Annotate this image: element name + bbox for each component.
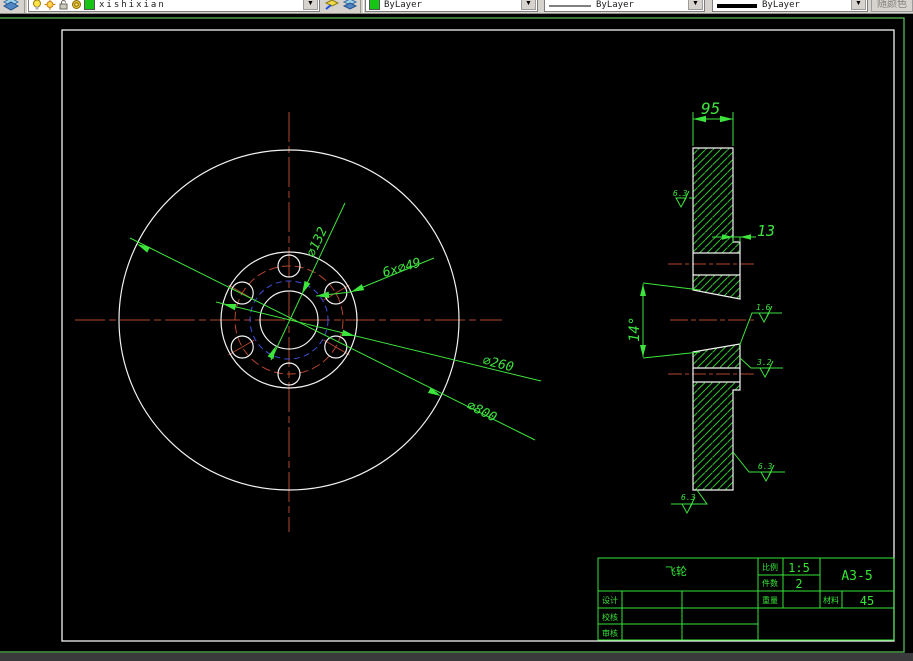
front-view[interactable]: ∅132 6x∅49 ∅260 ∅800 <box>75 112 542 532</box>
layers-icon <box>2 0 20 11</box>
layer-previous-icon <box>342 0 358 10</box>
title-block[interactable]: 飞轮 比例 1:5 件数 2 A3-5 设计 重量 材料 45 校核 审核 <box>597 557 895 641</box>
linetype-sample-icon <box>549 5 591 7</box>
linetype-value-text: ByLayer <box>596 0 634 10</box>
color-value-text: ByLayer <box>384 0 422 10</box>
layer-manager-button[interactable] <box>2 0 20 12</box>
lineweight-value-text: ByLayer <box>762 0 800 10</box>
toolbar-separator <box>360 0 364 13</box>
layer-dropdown-arrow-icon[interactable]: ▼ <box>303 0 318 10</box>
layer-name-text: xishixian <box>99 0 166 10</box>
make-object-layer-current-button[interactable] <box>324 0 340 12</box>
svg-text:1.6: 1.6 <box>756 303 771 312</box>
review-label: 审核 <box>602 628 618 638</box>
drawing-number: A3-5 <box>841 569 872 584</box>
svg-text:6.3: 6.3 <box>758 462 773 471</box>
lineweight-sample-icon <box>717 4 757 8</box>
material-value: 45 <box>860 594 874 608</box>
dim-taper-angle-label: 14° <box>627 317 643 342</box>
layer-properties-toolbar: xishixian ▼ ByLayer ▼ ByLayer ▼ ByLayer … <box>0 0 913 14</box>
surface-finish-symbol: 6.3 <box>673 189 690 209</box>
color-dropdown-arrow-icon[interactable]: ▼ <box>521 0 536 10</box>
color-control[interactable]: ByLayer ▼ <box>365 0 538 12</box>
surface-finish-symbol: 6.3 <box>681 493 696 515</box>
material-label: 材料 <box>823 595 839 605</box>
dim-step-label: 13 <box>757 222 775 240</box>
dim-outer-label: ∅800 <box>464 398 499 426</box>
thaw-sun-icon[interactable] <box>44 0 56 10</box>
quantity-label: 件数 <box>762 578 778 588</box>
section-view[interactable]: 95 13 14° 6.3 1.6 3.2 6.3 6.3 <box>627 99 785 515</box>
part-name: 飞轮 <box>665 564 687 578</box>
quantity-value: 2 <box>795 577 802 591</box>
svg-text:6.3: 6.3 <box>681 493 696 502</box>
layer-previous-button[interactable] <box>342 0 358 12</box>
sheet-frame <box>61 29 895 642</box>
status-strip <box>0 653 913 661</box>
paper-border <box>0 17 905 653</box>
plot-icon[interactable] <box>71 0 82 10</box>
linetype-control[interactable]: ByLayer ▼ <box>544 0 705 12</box>
linetype-dropdown-arrow-icon[interactable]: ▼ <box>688 0 703 10</box>
svg-text:3.2: 3.2 <box>756 358 772 367</box>
dim-width-label: 95 <box>701 99 720 118</box>
layer-on-bulb-icon[interactable] <box>32 0 42 10</box>
scale-label: 比例 <box>762 562 778 572</box>
layer-color-swatch <box>84 0 95 10</box>
dim-flange-label: ∅260 <box>481 353 515 375</box>
lineweight-control[interactable]: ByLayer ▼ <box>712 0 868 12</box>
front-dimension-labels: ∅132 6x∅49 ∅260 ∅800 <box>304 225 515 426</box>
title-block-text: 飞轮 比例 1:5 件数 2 A3-5 设计 重量 材料 45 校核 审核 <box>602 561 874 638</box>
weight-label: 重量 <box>762 595 778 605</box>
unlock-icon[interactable] <box>58 0 69 10</box>
svg-text:6.3: 6.3 <box>673 189 688 198</box>
design-label: 设计 <box>602 595 618 605</box>
drawing-canvas[interactable]: ∅132 6x∅49 ∅260 ∅800 95 13 14° 6.3 1.6 3… <box>0 13 913 661</box>
scale-value: 1:5 <box>788 561 810 575</box>
plot-style-control: 随颜色 <box>871 0 913 12</box>
check-label: 校核 <box>602 612 618 622</box>
cad-application-window: xishixian ▼ ByLayer ▼ ByLayer ▼ ByLayer … <box>0 0 913 661</box>
make-layer-current-icon <box>324 0 340 10</box>
section-solids <box>692 147 741 491</box>
current-color-swatch <box>369 0 380 10</box>
dim-bolt-holes-label: 6x∅49 <box>381 256 423 281</box>
lineweight-dropdown-arrow-icon[interactable]: ▼ <box>851 0 866 10</box>
layer-control[interactable]: xishixian ▼ <box>28 0 320 12</box>
